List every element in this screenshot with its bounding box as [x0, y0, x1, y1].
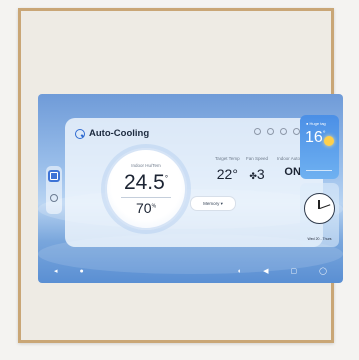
- navigation-bar: ◂ ● ◖ ◀ ▢ ◯: [38, 259, 343, 283]
- climate-icon: [50, 172, 58, 180]
- indoor-label: Indoor Hu/Tem: [131, 163, 161, 168]
- clock-date: Wed 20 - Thurs: [307, 237, 332, 241]
- dial-divider: [121, 197, 171, 198]
- home-icon[interactable]: ●: [80, 268, 84, 275]
- mode-title: Auto-Cooling: [89, 128, 150, 139]
- snowflake-icon: [75, 128, 85, 139]
- sidebar: [46, 166, 62, 214]
- fan-icon: ✤: [249, 171, 257, 181]
- target-temp-label: Target Temp: [215, 156, 240, 161]
- fan-speed-control[interactable]: Fan Speed ✤3: [246, 156, 268, 182]
- weather-details: [306, 169, 332, 171]
- minute-hand: [319, 203, 330, 209]
- fan-speed-value: ✤3: [249, 166, 265, 182]
- media-icon[interactable]: ◖: [237, 268, 241, 275]
- wall-frame: Auto-Cooling Indoor Hu/Tem 24.5° 70% Tar…: [18, 8, 343, 343]
- sidebar-item-home[interactable]: [48, 192, 60, 204]
- target-temp-value: 22°: [216, 166, 238, 182]
- weather-widget[interactable]: ● Huge tag 16°: [300, 115, 339, 179]
- indoor-humidity: 70%: [135, 200, 157, 216]
- fan-icon[interactable]: [267, 128, 274, 135]
- sidebar-item-climate[interactable]: [48, 170, 60, 182]
- power-icon[interactable]: ◯: [319, 267, 327, 275]
- volume-icon[interactable]: ◀: [263, 267, 268, 275]
- clock-widget[interactable]: Wed 20 - Thurs: [300, 183, 339, 247]
- screen-icon[interactable]: ▢: [291, 267, 298, 275]
- weather-temperature: 16°: [305, 129, 326, 146]
- temperature-dial[interactable]: Indoor Hu/Tem 24.5° 70%: [105, 148, 187, 230]
- sun-icon: [324, 136, 334, 146]
- memory-button[interactable]: Memory ▾: [190, 196, 236, 211]
- target-temp-control[interactable]: Target Temp 22°: [215, 156, 240, 182]
- sleep-icon[interactable]: [280, 128, 287, 135]
- weather-location: ● Huge tag: [306, 121, 326, 126]
- back-icon[interactable]: ◂: [54, 267, 58, 275]
- analog-clock-icon: [304, 193, 335, 224]
- eco-icon[interactable]: [293, 128, 300, 135]
- fan-speed-label: Fan Speed: [246, 156, 269, 161]
- climate-panel: Auto-Cooling Indoor Hu/Tem 24.5° 70% Tar…: [65, 118, 323, 247]
- panel-title: Auto-Cooling: [75, 128, 149, 139]
- indoor-temperature: 24.5°: [123, 171, 169, 194]
- smart-display-screen: Auto-Cooling Indoor Hu/Tem 24.5° 70% Tar…: [38, 94, 343, 283]
- home-icon: [50, 194, 58, 202]
- timer-icon[interactable]: [254, 128, 261, 135]
